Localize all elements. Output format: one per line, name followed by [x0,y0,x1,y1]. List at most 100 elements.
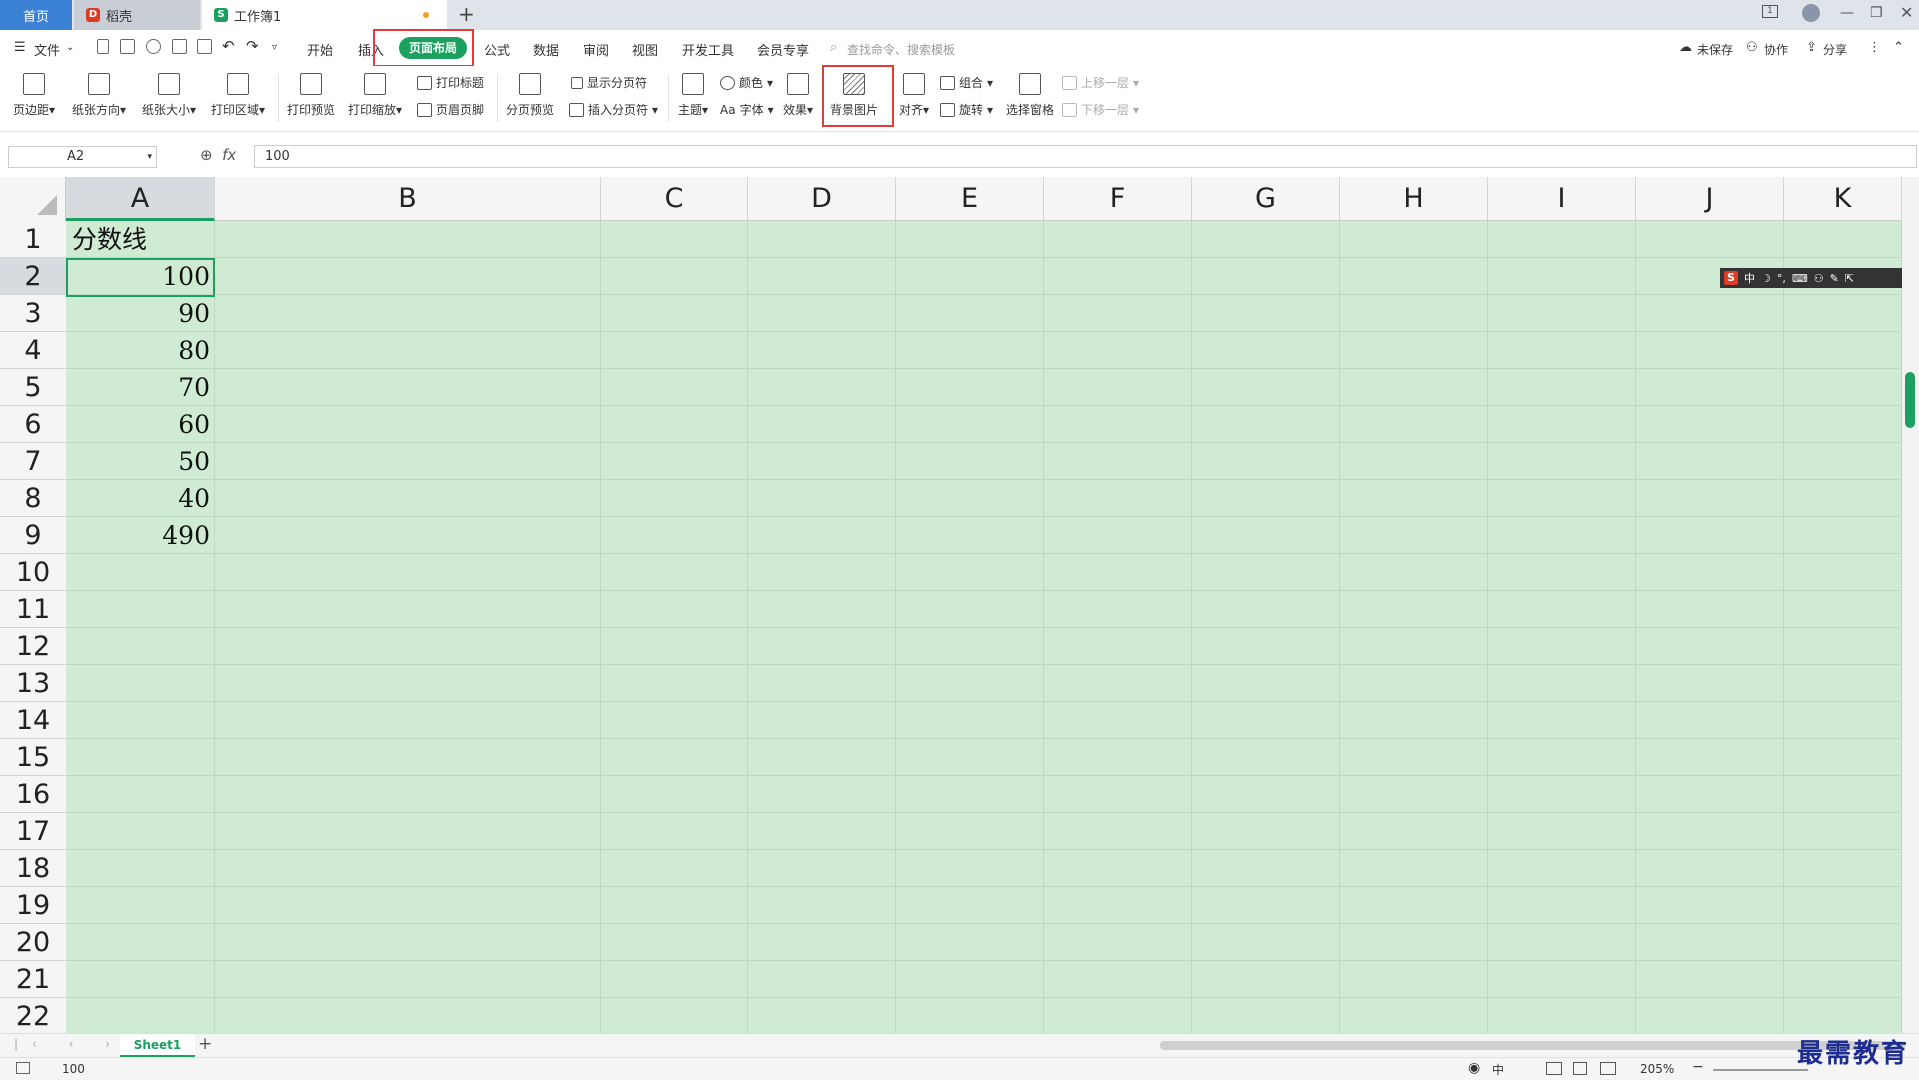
fx-icon[interactable]: fx [222,146,236,164]
add-sheet-icon[interactable]: + [198,1034,212,1054]
format-painter-icon[interactable] [146,39,161,54]
row-header-22[interactable]: 22 [0,998,66,1033]
row-header-19[interactable]: 19 [0,887,66,924]
tab-home[interactable]: 首页 [0,0,72,30]
column-header-b[interactable]: B [215,177,601,221]
print-icon[interactable] [172,39,187,54]
row-header-3[interactable]: 3 [0,295,66,332]
horizontal-scrollbar[interactable] [1160,1041,1905,1050]
zoom-out-icon[interactable]: − [1692,1059,1704,1075]
save-icon[interactable] [120,39,135,54]
macro-icon[interactable] [16,1062,30,1074]
print-scale-button[interactable]: 打印缩放▾ [345,73,405,118]
menu-member[interactable]: 会员专享 [757,40,809,59]
menu-file[interactable]: 文件 [34,40,60,59]
print-titles-button[interactable]: 打印标题 [417,74,484,91]
column-header-g[interactable]: G [1192,177,1340,221]
ime-lang-status[interactable]: 中 [1492,1061,1504,1078]
zoom-level[interactable]: 205% [1640,1062,1674,1076]
undo-icon[interactable]: ↶ [222,37,235,55]
page-break-view-icon[interactable] [1600,1062,1616,1075]
cell-a1[interactable]: 分数线 [67,221,214,258]
new-file-icon[interactable] [97,39,109,54]
quick-access-more-icon[interactable]: ▿ [272,42,277,53]
zoom-formula-icon[interactable]: ⊕ [200,146,213,164]
tab-daoke[interactable]: D 稻壳 [74,0,200,30]
row-header-16[interactable]: 16 [0,776,66,813]
row-header-2[interactable]: 2 [0,258,66,295]
restore-icon[interactable]: ❐ [1870,5,1883,21]
rotate-button[interactable]: 旋转 ▾ [940,101,993,118]
unsaved-status[interactable]: 未保存 [1697,41,1733,58]
select-all-button[interactable] [0,177,66,221]
column-header-h[interactable]: H [1340,177,1488,221]
redo-icon[interactable]: ↷ [246,37,259,55]
align-button[interactable]: 对齐▾ [896,73,932,118]
column-header-d[interactable]: D [748,177,896,221]
show-breaks-checkbox[interactable]: 显示分页符 [571,74,647,91]
cell-a3[interactable]: 90 [67,295,214,332]
row-header-5[interactable]: 5 [0,369,66,406]
send-backward-button[interactable]: 下移一层 ▾ [1062,101,1139,118]
font-button[interactable]: Aa 字体 ▾ [720,101,774,118]
row-header-4[interactable]: 4 [0,332,66,369]
theme-button[interactable]: 主题▾ [675,73,711,118]
effect-button[interactable]: 效果▾ [780,73,816,118]
eye-icon[interactable]: ◉ [1468,1060,1480,1076]
print-area-button[interactable]: 打印区域▾ [205,73,271,118]
insert-break-button[interactable]: 插入分页符 ▾ [569,101,658,118]
margins-button[interactable]: 页边距▾ [8,73,60,118]
vertical-scroll-thumb[interactable] [1905,372,1915,428]
sheet-tab-sheet1[interactable]: Sheet1 [120,1034,195,1057]
row-header-6[interactable]: 6 [0,406,66,443]
menu-data[interactable]: 数据 [533,40,559,59]
close-icon[interactable]: ✕ [1900,3,1913,22]
cell-a4[interactable]: 80 [67,332,214,369]
cell-a7[interactable]: 50 [67,443,214,480]
menu-start[interactable]: 开始 [307,40,333,59]
more-icon[interactable]: ⋮ [1868,40,1881,55]
search-input[interactable]: 查找命令、搜索模板 [847,41,955,58]
column-header-f[interactable]: F [1044,177,1192,221]
row-header-18[interactable]: 18 [0,850,66,887]
column-header-j[interactable]: J [1636,177,1784,221]
menu-view[interactable]: 视图 [632,40,658,59]
bring-forward-button[interactable]: 上移一层 ▾ [1062,74,1139,91]
tab-workbook[interactable]: S 工作簿1 [202,0,447,30]
row-header-7[interactable]: 7 [0,443,66,480]
column-header-e[interactable]: E [896,177,1044,221]
row-header-21[interactable]: 21 [0,961,66,998]
hamburger-icon[interactable]: ☰ [14,40,26,55]
color-button[interactable]: 颜色 ▾ [720,74,773,91]
name-box[interactable]: A2 ▾ [8,146,157,168]
selection-pane-button[interactable]: 选择窗格 [1004,73,1056,118]
row-header-20[interactable]: 20 [0,924,66,961]
avatar[interactable] [1802,4,1820,22]
cell-a9[interactable]: 490 [67,517,214,554]
collapse-ribbon-icon[interactable]: ⌃ [1893,40,1904,55]
cell-a6[interactable]: 60 [67,406,214,443]
menu-formula[interactable]: 公式 [484,40,510,59]
row-header-10[interactable]: 10 [0,554,66,591]
column-header-k[interactable]: K [1784,177,1902,221]
column-header-a[interactable]: A [66,177,215,221]
row-header-1[interactable]: 1 [0,221,66,258]
paper-size-button[interactable]: 纸张大小▾ [136,73,202,118]
row-header-11[interactable]: 11 [0,591,66,628]
row-header-17[interactable]: 17 [0,813,66,850]
group-button[interactable]: 组合 ▾ [940,74,993,91]
page-layout-view-icon[interactable] [1573,1062,1587,1075]
print-preview-button[interactable]: 打印预览 [285,73,337,118]
new-tab-button[interactable]: + [458,2,475,26]
row-header-15[interactable]: 15 [0,739,66,776]
spreadsheet-grid[interactable]: ABCDEFGHIJK 1 2 3 4 5 6 7 8 9 10 11 12 13 14 15 16 17 18 1… [0,177,1919,1033]
column-header-i[interactable]: I [1488,177,1636,221]
row-header-13[interactable]: 13 [0,665,66,702]
row-header-12[interactable]: 12 [0,628,66,665]
minimize-icon[interactable]: — [1840,5,1854,21]
workspace-icon[interactable]: 1 [1762,5,1778,18]
ime-toolbar[interactable]: S 中 ☽ °, ⌨ ⚇ ✎ ⇱ [1720,268,1919,288]
share-button[interactable]: 分享 [1823,41,1847,58]
cell-a8[interactable]: 40 [67,480,214,517]
normal-view-icon[interactable] [1546,1062,1562,1075]
